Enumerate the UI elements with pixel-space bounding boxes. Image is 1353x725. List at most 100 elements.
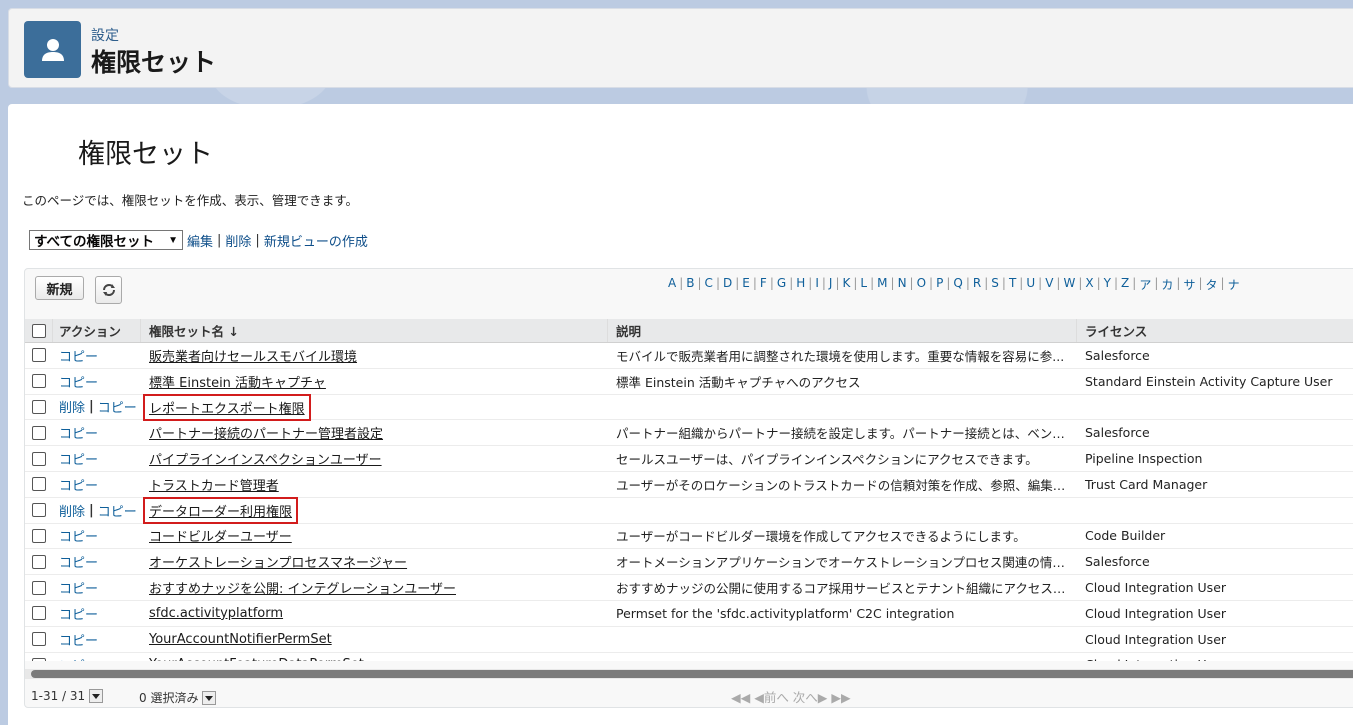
alpha-filter-letter[interactable]: B [683, 276, 697, 293]
copy-link[interactable]: コピー [59, 604, 98, 623]
view-controls: すべての権限セット ▼ 編集 | 削除 | 新規ビューの作成 [29, 230, 368, 250]
new-button[interactable]: 新規 [35, 276, 84, 300]
table-row: コピー オーケストレーションプロセスマネージャー オートメーションアプリケーションで… [25, 549, 1353, 576]
copy-link[interactable]: コピー [59, 475, 98, 494]
table-row: コピー 販売業者向けセールスモバイル環境 モバイルで販売業者用に調整された環境を使用… [25, 343, 1353, 369]
permission-set-name-link[interactable]: コードビルダーユーザー [149, 526, 292, 545]
row-checkbox[interactable] [32, 477, 46, 492]
row-checkbox[interactable] [32, 348, 46, 363]
row-checkbox[interactable] [32, 528, 46, 543]
delete-view-link[interactable]: 削除 [225, 231, 251, 250]
alpha-filter-letter[interactable]: K [840, 276, 854, 293]
row-checkbox[interactable] [32, 374, 46, 389]
permission-set-name-link[interactable]: トラストカード管理者 [149, 475, 279, 494]
horizontal-scrollbar[interactable] [25, 669, 1353, 679]
table-row: コピー トラストカード管理者 ユーザーがそのロケーションのトラストカードの信頼対策を… [25, 471, 1353, 498]
alpha-filter-letter[interactable]: R [970, 276, 984, 293]
alpha-filter-letter[interactable]: J [826, 276, 836, 293]
column-header-license[interactable]: ライセンス [1077, 319, 1353, 342]
view-select[interactable]: すべての権限セット ▼ [29, 230, 183, 250]
alpha-filter-letter[interactable]: L [857, 276, 870, 293]
copy-link[interactable]: コピー [59, 449, 98, 468]
row-checkbox[interactable] [32, 657, 46, 661]
permission-set-name-link[interactable]: パイプラインインスペクションユーザー [149, 449, 382, 468]
alpha-filter-letter[interactable]: Y [1101, 276, 1114, 293]
table-body: コピー 販売業者向けセールスモバイル環境 モバイルで販売業者用に調整された環境を使用… [25, 343, 1353, 661]
alpha-filter-letter[interactable]: V [1042, 276, 1056, 293]
alpha-filter-letter[interactable]: Q [950, 276, 965, 293]
permission-set-name-link[interactable]: レポートエクスポート権限 [143, 393, 311, 421]
description-cell: おすすめナッジの公開に使用するコア採用サービスとテナント組織にアクセスします。 [616, 581, 1071, 597]
new-view-link[interactable]: 新規ビューの作成 [264, 231, 368, 250]
permission-set-name-link[interactable]: sfdc.activityplatform [149, 606, 283, 621]
copy-link[interactable]: コピー [59, 578, 98, 597]
alpha-filter-letter[interactable]: N [895, 276, 910, 293]
table-row: コピー 標準 Einstein 活動キャプチャ 標準 Einstein 活動キャプチ… [25, 368, 1353, 395]
permission-set-name-link[interactable]: 標準 Einstein 活動キャプチャ [149, 372, 326, 391]
column-header-description[interactable]: 説明 [608, 319, 1077, 342]
row-checkbox[interactable] [32, 580, 46, 595]
row-checkbox[interactable] [32, 451, 46, 466]
row-checkbox[interactable] [32, 606, 46, 621]
chevron-down-icon[interactable] [202, 690, 217, 705]
permission-set-name-link[interactable]: オーケストレーションプロセスマネージャー [149, 552, 407, 571]
delete-link[interactable]: 削除 [59, 397, 85, 416]
permission-set-name-link[interactable]: おすすめナッジを公開: インテグレーションユーザー [149, 578, 456, 597]
alpha-filter-letter[interactable]: G [774, 276, 789, 293]
breadcrumb-setup[interactable]: 設定 [91, 25, 119, 45]
copy-link[interactable]: コピー [98, 501, 137, 520]
table-row: コピー パートナー接続のパートナー管理者設定 パートナー組織からパートナー接続を設定… [25, 420, 1353, 447]
alpha-filter-letter[interactable]: W [1060, 276, 1078, 293]
page-description: このページでは、権限セットを作成、表示、管理できます。 [22, 193, 359, 208]
permission-set-name-link[interactable]: YourAccountFeatureDataPermSet [149, 657, 364, 661]
table-row: 削除 | コピー レポートエクスポート権限 [25, 393, 1353, 421]
row-checkbox[interactable] [32, 554, 46, 569]
alpha-filter-letter[interactable]: H [793, 276, 808, 293]
column-header-name[interactable]: 権限セット名 ↓ [141, 319, 608, 342]
permission-set-name-link[interactable]: YourAccountNotifierPermSet [149, 632, 332, 647]
alpha-filter-letter[interactable]: U [1023, 276, 1038, 293]
row-checkbox[interactable] [32, 632, 46, 647]
permission-set-name-link[interactable]: パートナー接続のパートナー管理者設定 [149, 423, 383, 442]
alpha-filter-letter[interactable]: S [988, 276, 1002, 293]
alpha-filter-letter[interactable]: P [933, 276, 946, 293]
permission-set-name-link[interactable]: データローダー利用権限 [143, 496, 299, 524]
alpha-filter-letter[interactable]: X [1082, 276, 1096, 293]
alpha-filter-letter[interactable]: I [812, 276, 822, 293]
chevron-down-icon[interactable] [89, 689, 104, 703]
alpha-filter-letter[interactable]: Z [1118, 276, 1132, 293]
user-icon [24, 21, 81, 78]
alpha-filter-letter[interactable]: C [702, 276, 716, 293]
alpha-filter-letter[interactable]: D [720, 276, 735, 293]
copy-link[interactable]: コピー [59, 423, 98, 442]
alpha-filter-letter[interactable]: T [1006, 276, 1019, 293]
edit-view-link[interactable]: 編集 [187, 231, 213, 250]
copy-link[interactable]: コピー [59, 655, 98, 661]
alpha-filter-letter[interactable]: E [739, 276, 753, 293]
copy-link[interactable]: コピー [59, 552, 98, 571]
scrollbar-thumb[interactable] [31, 670, 1353, 678]
copy-link[interactable]: コピー [59, 630, 98, 649]
row-checkbox[interactable] [32, 399, 46, 414]
select-all-checkbox[interactable] [31, 323, 46, 338]
pagination[interactable]: ◀◀ ◀前へ 次へ▶ ▶▶ [731, 687, 851, 706]
copy-link[interactable]: コピー [59, 346, 98, 365]
alpha-filter-letter[interactable]: A [665, 276, 679, 293]
refresh-button[interactable] [95, 276, 122, 304]
alpha-filter-letter[interactable]: ア [1136, 276, 1154, 293]
copy-link[interactable]: コピー [59, 372, 98, 391]
alpha-filter-letter[interactable]: F [757, 276, 770, 293]
alpha-filter-letter[interactable]: M [874, 276, 890, 293]
delete-link[interactable]: 削除 [59, 501, 85, 520]
permission-set-name-link[interactable]: 販売業者向けセールスモバイル環境 [149, 346, 357, 365]
alpha-filter-letter[interactable]: タ [1203, 276, 1221, 293]
alpha-filter-letter[interactable]: サ [1180, 276, 1198, 293]
alpha-filter-letter[interactable]: O [914, 276, 929, 293]
alpha-filter-letter[interactable]: ナ [1225, 276, 1243, 293]
description-cell: セールスユーザーは、パイプラインインスペクションにアクセスできます。 [616, 452, 1038, 468]
row-checkbox[interactable] [32, 503, 46, 518]
copy-link[interactable]: コピー [59, 526, 98, 545]
row-checkbox[interactable] [32, 425, 46, 440]
alpha-filter-letter[interactable]: カ [1158, 276, 1176, 293]
copy-link[interactable]: コピー [98, 397, 137, 416]
